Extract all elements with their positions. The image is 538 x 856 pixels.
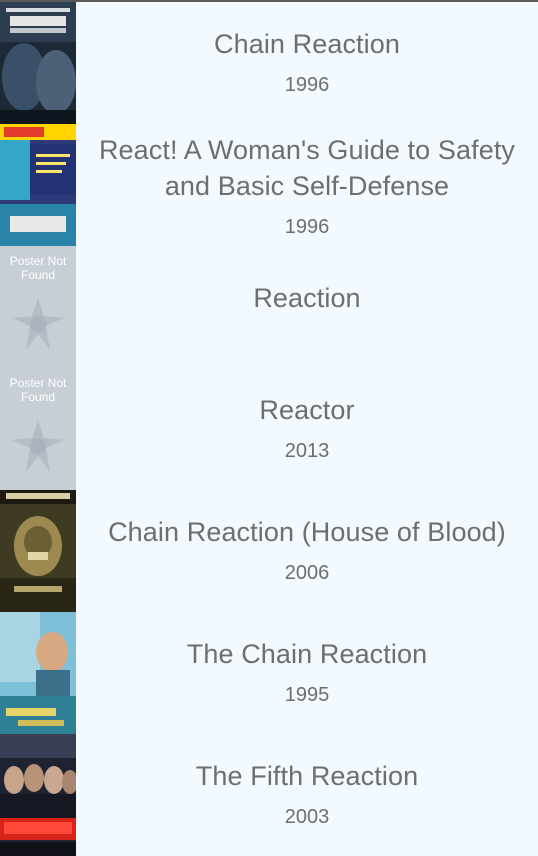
- chain-reaction-poster: [0, 2, 76, 124]
- movie-row[interactable]: Chain Reaction 1996: [0, 2, 538, 124]
- movie-title: Chain Reaction (House of Blood): [108, 517, 506, 547]
- poster-not-found-label: Poster Not Found: [9, 254, 67, 282]
- movie-year: 1996: [284, 74, 330, 96]
- movie-title: The Chain Reaction: [186, 639, 428, 669]
- poster-not-found-image: Poster Not Found: [0, 368, 76, 490]
- house-of-blood-poster: [0, 490, 76, 612]
- movie-title: Chain Reaction: [213, 29, 400, 59]
- movie-year: 2013: [284, 440, 330, 462]
- movie-title: React! A Woman's Guide to Safety and Bas…: [98, 135, 516, 201]
- movie-title: The Fifth Reaction: [195, 761, 419, 791]
- movie-year: 1996: [284, 216, 330, 238]
- movie-year: 1995: [284, 684, 330, 706]
- movie-title: Reactor: [259, 395, 355, 425]
- movie-row[interactable]: Poster Not Found Reaction: [0, 246, 538, 368]
- movie-year: 2006: [284, 562, 330, 584]
- fifth-reaction-poster: [0, 734, 76, 856]
- poster-not-found-image: Poster Not Found: [0, 246, 76, 368]
- movie-row[interactable]: Poster Not Found Reactor 2013: [0, 368, 538, 490]
- react-poster: [0, 124, 76, 246]
- poster-not-found-label: Poster Not Found: [9, 376, 67, 404]
- movie-row[interactable]: Chain Reaction (House of Blood) 2006: [0, 490, 538, 612]
- movie-year: 2003: [284, 806, 330, 828]
- the-chain-reaction-poster: [0, 612, 76, 734]
- movie-title: Reaction: [253, 283, 361, 313]
- movie-row[interactable]: The Chain Reaction 1995: [0, 612, 538, 734]
- movie-list: Chain Reaction 1996 React! A Woman's Gui…: [0, 2, 538, 856]
- movie-row[interactable]: The Fifth Reaction 2003: [0, 734, 538, 856]
- movie-row[interactable]: React! A Woman's Guide to Safety and Bas…: [0, 124, 538, 246]
